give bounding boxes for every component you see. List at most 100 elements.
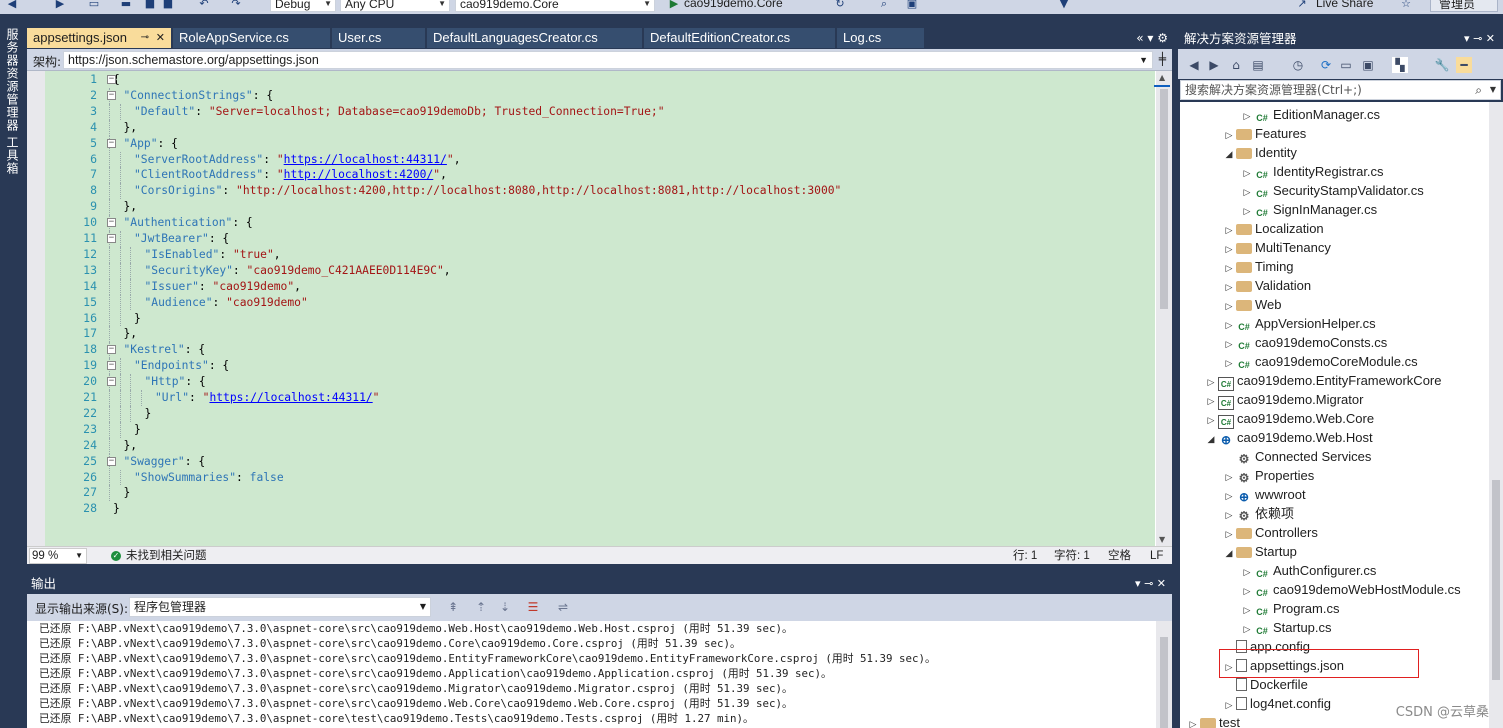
chevron-down-icon[interactable]: ▼ — [1490, 81, 1496, 99]
fold-toggle-icon[interactable]: − — [107, 234, 116, 243]
undo-icon[interactable]: ↶ — [198, 0, 210, 10]
tree-node[interactable]: ▷ Controllers — [1222, 523, 1318, 542]
show-all-files-icon[interactable]: ▣ — [1360, 57, 1376, 73]
redo-icon[interactable]: ↷ — [230, 0, 242, 10]
code-line[interactable]: "Swagger": { — [124, 454, 206, 470]
code-line[interactable]: }, — [124, 120, 138, 136]
next-message-icon[interactable]: ⇣ — [497, 599, 513, 615]
tree-node[interactable]: ▷ C# cao919demo.Web.Core — [1204, 409, 1374, 429]
code-token[interactable]: https://localhost:44311/ — [284, 153, 447, 166]
live-share-button[interactable]: Live Share — [1316, 0, 1373, 10]
platform-select[interactable]: Any CPU ▼ — [340, 0, 450, 12]
forward-icon[interactable]: ▶ — [54, 0, 66, 10]
solution-search-input[interactable]: 搜索解决方案资源管理器(Ctrl+;) ⌕ ▼ — [1180, 80, 1501, 100]
code-line[interactable]: "SecurityKey": "cao919demo_C421AAEE0D114… — [145, 263, 451, 279]
find-message-icon[interactable]: ⇞ — [445, 599, 461, 615]
code-line[interactable]: "Audience": "cao919demo" — [145, 295, 308, 311]
forward-icon[interactable]: ▶ — [1206, 57, 1222, 73]
find-icon[interactable]: ⌕ — [878, 0, 890, 10]
tree-node[interactable]: ▷ ⚙ 依赖项 — [1222, 504, 1294, 523]
config-select[interactable]: Debug ▼ — [270, 0, 336, 12]
feedback-icon[interactable]: ☆ — [1400, 0, 1412, 10]
tab-overflow-icon[interactable]: « ▾ ⚙ — [1136, 28, 1168, 48]
word-wrap-icon[interactable]: ⇌ — [555, 599, 571, 615]
eol-indicator[interactable]: LF — [1150, 548, 1163, 564]
tree-node[interactable]: ▷ C# EditionManager.cs — [1240, 105, 1380, 124]
collapsed-arrow-icon[interactable]: ▷ — [1186, 715, 1200, 728]
tree-node[interactable]: ▷ log4net.config — [1222, 694, 1331, 713]
code-line[interactable]: "Endpoints": { — [134, 358, 229, 374]
tree-node[interactable]: ▷ C# IdentityRegistrar.cs — [1240, 162, 1384, 181]
line-indicator[interactable]: 行: 1 — [1013, 548, 1037, 564]
tree-node[interactable]: ▷ Web — [1222, 295, 1282, 314]
output-scrollbar[interactable] — [1156, 621, 1172, 728]
minus-icon[interactable]: ━ — [1456, 57, 1472, 73]
code-line[interactable]: "IsEnabled": "true", — [145, 247, 281, 263]
tree-node[interactable]: ◢ ⊕ cao919demo.Web.Host — [1204, 428, 1373, 447]
fold-toggle-icon[interactable]: − — [107, 377, 116, 387]
tree-node[interactable]: ▷ C# cao919demoConsts.cs — [1222, 333, 1388, 352]
tab-defaultlanguagescreator[interactable]: DefaultLanguagesCreator.cs — [427, 28, 643, 48]
tree-node[interactable]: ◢ Startup — [1222, 542, 1297, 561]
code-line[interactable]: "Default": "Server=localhost; Database=c… — [134, 104, 665, 120]
tree-node[interactable]: ▷ C# AuthConfigurer.cs — [1240, 561, 1377, 580]
expanded-arrow-icon[interactable]: ◢ — [1204, 430, 1218, 449]
scroll-down-icon[interactable]: ▼ — [1159, 535, 1165, 544]
code-line[interactable]: "JwtBearer": { — [134, 231, 229, 247]
code-token[interactable]: https://localhost:44311/ — [209, 391, 372, 404]
fold-toggle-icon[interactable]: − — [107, 90, 116, 100]
code-line[interactable]: "CorsOrigins": "http://localhost:4200,ht… — [134, 183, 841, 199]
tree-node[interactable]: ▷ Features — [1222, 124, 1307, 143]
code-line[interactable]: "App": { — [124, 136, 178, 152]
close-icon[interactable]: ✕ — [156, 28, 165, 48]
back-icon[interactable]: ◀ — [6, 0, 18, 10]
home-icon[interactable]: ⌂ — [1228, 57, 1244, 73]
fold-toggle-icon[interactable]: − — [107, 75, 116, 84]
code-line[interactable]: "ConnectionStrings": { — [124, 88, 274, 104]
tree-node[interactable]: ▷ ⚙ Properties — [1222, 466, 1315, 485]
toolbox-tab[interactable]: 工具箱 — [4, 136, 21, 175]
output-source-select[interactable]: 程序包管理器 ▼ — [129, 597, 431, 617]
tree-node[interactable]: ▷ C# cao919demo.EntityFrameworkCore — [1204, 371, 1441, 391]
tree-node[interactable]: ▷ C# Program.cs — [1240, 599, 1340, 618]
tree-node[interactable]: ▷ C# AppVersionHelper.cs — [1222, 314, 1376, 333]
server-explorer-tab[interactable]: 服务器资源管理器 — [4, 28, 21, 132]
fold-toggle-icon[interactable]: − — [107, 345, 116, 355]
editor-scrollbar[interactable]: ▲ ▼ — [1156, 71, 1172, 546]
code-line[interactable]: } — [124, 485, 131, 501]
tab-log[interactable]: Log.cs — [837, 28, 925, 48]
tree-node[interactable]: ▷ Timing — [1222, 257, 1294, 276]
fold-toggle-icon[interactable]: − — [107, 456, 116, 466]
col-indicator[interactable]: 字符: 1 — [1054, 548, 1090, 564]
run-target-label[interactable]: cao919demo.Core — [684, 0, 783, 10]
zoom-select[interactable]: 99 % ▼ — [29, 548, 87, 564]
spaces-indicator[interactable]: 空格 — [1108, 548, 1131, 564]
tree-node[interactable]: ▷ C# cao919demo.Migrator — [1204, 390, 1363, 410]
window-icon[interactable]: ▣ — [906, 0, 918, 10]
output-window-controls[interactable]: ▾ ⊸ ✕ — [1135, 574, 1166, 594]
pending-changes-icon[interactable]: ◷ — [1290, 57, 1306, 73]
clear-all-icon[interactable]: ☰ — [525, 599, 541, 615]
bookmark-icon[interactable]: ▼ — [1058, 0, 1070, 10]
tab-appsettings-json[interactable]: appsettings.json ⊸ ✕ — [27, 28, 172, 48]
scroll-thumb[interactable] — [1492, 480, 1500, 680]
code-line[interactable]: "Issuer": "cao919demo", — [145, 279, 301, 295]
play-icon[interactable]: ▶ — [668, 0, 680, 10]
tree-scrollbar[interactable] — [1489, 102, 1503, 728]
code-area[interactable]: {"ConnectionStrings": {"Default": "Serve… — [105, 71, 1155, 546]
solution-tree[interactable]: ▷ C# EditionManager.cs ▷ Features ◢ Identity ▷ C… — [1180, 102, 1503, 728]
scroll-thumb[interactable] — [1160, 637, 1168, 728]
code-line[interactable]: "ClientRootAddress": "http://localhost:4… — [134, 167, 447, 183]
code-line[interactable]: } — [134, 422, 141, 438]
fold-toggle-icon[interactable]: − — [107, 361, 116, 371]
scroll-thumb[interactable] — [1160, 89, 1168, 309]
live-share-icon[interactable]: ↗ — [1296, 0, 1308, 10]
refresh-icon[interactable]: ↻ — [834, 0, 846, 10]
preview-icon[interactable]: ▚ — [1392, 57, 1408, 73]
code-line[interactable]: "ShowSummaries": false — [134, 470, 284, 486]
tree-node[interactable]: ▷ C# cao919demoCoreModule.cs — [1222, 352, 1418, 371]
startup-project-select[interactable]: cao919demo.Core ▼ — [455, 0, 655, 12]
save-all-icon[interactable]: ■ — [162, 0, 174, 10]
code-line[interactable]: "Url": "https://localhost:44311/" — [155, 390, 379, 406]
sync-icon[interactable]: ⟳ — [1318, 57, 1334, 73]
